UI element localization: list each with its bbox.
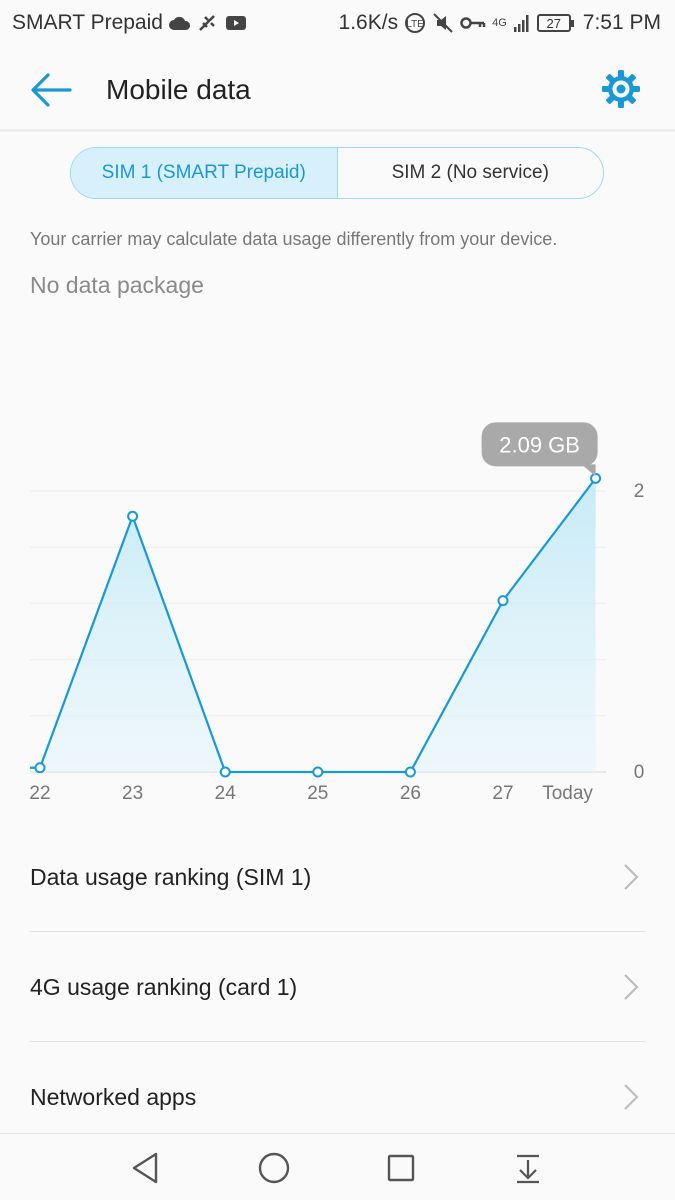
usage-chart: 22 23 24 25 26 27 Today 2 0 2.09 GB xyxy=(29,422,645,804)
back-triangle-icon[interactable] xyxy=(126,1148,166,1188)
chevron-right-icon xyxy=(624,864,639,890)
lte-icon: LTE xyxy=(405,13,426,33)
usage-area xyxy=(40,478,596,772)
battery-level: 27 xyxy=(546,15,562,31)
tab-sim-1[interactable]: SIM 1 (SMART Prepaid) xyxy=(71,148,338,198)
gear-icon[interactable] xyxy=(600,68,642,110)
network-type: 4G xyxy=(492,17,507,29)
clock: 7:51 PM xyxy=(582,11,661,34)
chevron-right-icon xyxy=(624,1084,639,1110)
list-item-label: 4G usage ranking (card 1) xyxy=(30,973,298,1000)
y-tick-label: 2 xyxy=(634,481,645,502)
value-callout-label: 2.09 GB xyxy=(499,432,580,457)
network-speed: 1.6K/s xyxy=(338,11,399,34)
vpn-key-icon xyxy=(460,17,486,29)
svg-text:LTE: LTE xyxy=(406,19,424,30)
signal-icon xyxy=(513,15,529,32)
x-tick-label: 24 xyxy=(215,783,237,804)
data-point-26[interactable] xyxy=(404,766,416,778)
x-tick-label: 26 xyxy=(400,783,421,804)
x-tick-label: Today xyxy=(542,783,593,804)
home-circle-icon[interactable] xyxy=(254,1148,294,1188)
youtube-icon xyxy=(225,16,246,30)
cloud-icon xyxy=(168,16,190,30)
usb-debug-icon xyxy=(199,15,215,31)
carrier-name: SMART Prepaid xyxy=(12,11,163,34)
chevron-right-icon xyxy=(624,974,639,1000)
list-item-data-usage-ranking[interactable]: Data usage ranking (SIM 1) xyxy=(30,822,645,932)
x-tick-label: 23 xyxy=(122,783,143,804)
recents-square-icon[interactable] xyxy=(381,1148,421,1188)
x-tick-label: 27 xyxy=(492,783,513,804)
page-title: Mobile data xyxy=(106,74,251,105)
status-bar-right: 1.6K/s LTE 4G 27 7:51 PM xyxy=(339,11,661,35)
data-point-27[interactable] xyxy=(497,595,509,607)
list-item-label: Networked apps xyxy=(30,1083,197,1110)
data-point-23[interactable] xyxy=(127,510,139,522)
list-item-label: Data usage ranking (SIM 1) xyxy=(30,863,312,890)
y-tick-label: 0 xyxy=(634,762,645,783)
back-arrow-icon[interactable] xyxy=(30,72,72,108)
sim-selector: SIM 1 (SMART Prepaid) SIM 2 (No service) xyxy=(70,147,604,199)
status-bar-left: SMART Prepaid xyxy=(12,11,247,35)
data-point-24[interactable] xyxy=(219,766,231,778)
x-tick-label: 22 xyxy=(29,783,50,804)
data-package-status: No data package xyxy=(30,272,204,298)
status-bar: SMART Prepaid 1.6K/s LTE 4G 27 7:51 PM xyxy=(0,0,675,46)
x-tick-label: 25 xyxy=(307,783,328,804)
notification-pull-icon[interactable] xyxy=(508,1148,548,1188)
data-point-25[interactable] xyxy=(312,766,324,778)
carrier-note: Your carrier may calculate data usage di… xyxy=(30,229,558,249)
mute-icon xyxy=(433,13,453,33)
tab-sim-2[interactable]: SIM 2 (No service) xyxy=(337,148,603,198)
app-bar: Mobile data xyxy=(0,46,675,132)
list-item-4g-usage-ranking[interactable]: 4G usage ranking (card 1) xyxy=(30,932,645,1042)
navigation-bar xyxy=(0,1133,675,1200)
battery-indicator: 27 xyxy=(536,14,574,32)
data-point-22[interactable] xyxy=(34,762,46,774)
